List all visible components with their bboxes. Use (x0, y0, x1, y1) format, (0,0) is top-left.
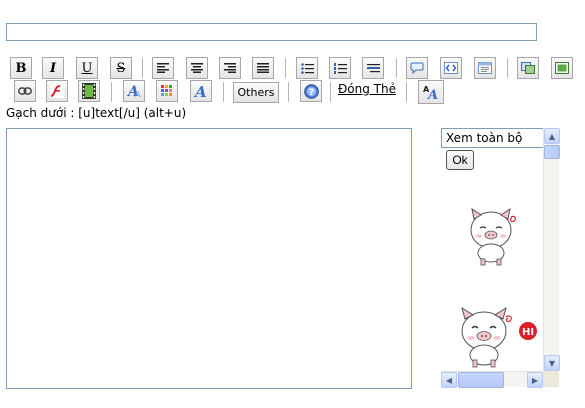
pig-smiley-icon[interactable] (466, 205, 522, 267)
scroll-left-arrow-icon[interactable]: ◀ (441, 372, 457, 388)
color-palette-button[interactable] (156, 80, 178, 102)
align-justify-button[interactable] (252, 57, 274, 79)
horizontal-scroll-thumb[interactable] (458, 372, 504, 388)
toolbar-separator (288, 82, 289, 102)
video-button[interactable] (78, 80, 100, 102)
link-button[interactable] (14, 80, 36, 102)
italic-icon: I (49, 60, 57, 76)
smiley-horizontal-scrollbar[interactable]: ◀ ▶ (441, 371, 543, 388)
scroll-down-arrow-icon[interactable]: ▼ (544, 355, 560, 371)
bullet-list-icon (300, 62, 314, 74)
bold-button[interactable]: B (10, 57, 32, 79)
align-right-icon (224, 63, 236, 73)
font-icon: A (193, 83, 207, 99)
toolbar-separator (111, 82, 112, 102)
strikethrough-button[interactable]: S (110, 57, 132, 79)
message-editor[interactable] (6, 128, 412, 389)
image-button[interactable] (517, 57, 539, 79)
svg-text:A: A (134, 90, 141, 99)
code-button[interactable] (440, 57, 462, 79)
html-icon (478, 62, 492, 74)
horizontal-rule-button[interactable] (362, 57, 384, 79)
italic-button[interactable]: I (42, 57, 64, 79)
toolbar-separator (223, 82, 224, 102)
align-center-icon (191, 63, 203, 73)
toolbar-separator (406, 82, 407, 102)
align-right-button[interactable] (219, 57, 241, 79)
horizontal-rule-icon (366, 63, 380, 72)
close-tags-link[interactable]: Đóng Thẻ (338, 82, 396, 96)
smiley-vertical-scrollbar[interactable]: ▲ ▼ (543, 128, 560, 371)
video-icon (82, 83, 96, 99)
toolbar-separator (330, 82, 331, 102)
code-icon (444, 62, 458, 74)
svg-text:?: ? (308, 88, 313, 98)
font-button[interactable]: A (190, 80, 212, 102)
align-left-button[interactable] (152, 57, 174, 79)
link-icon (18, 87, 32, 95)
scroll-right-arrow-icon[interactable]: ▶ (527, 372, 543, 388)
font-style-button[interactable]: AA (123, 80, 145, 102)
align-left-icon (157, 63, 169, 73)
svg-text:A: A (426, 88, 438, 101)
help-icon: ? (303, 83, 319, 99)
scrollbar-corner (543, 371, 559, 387)
numbered-list-button[interactable] (329, 57, 351, 79)
quote-button[interactable] (406, 57, 428, 79)
quote-icon (410, 62, 424, 74)
numbered-list-icon (333, 62, 347, 74)
subject-input[interactable] (6, 23, 537, 41)
underline-icon: U (81, 60, 93, 76)
color-palette-icon (161, 85, 172, 96)
help-button[interactable]: ? (300, 80, 322, 102)
picture-button[interactable] (551, 57, 573, 79)
toolbar-separator (285, 58, 286, 78)
font-size-icon: AA (423, 85, 438, 101)
formatting-hint: Gạch dưới : [u]text[/u] (alt+u) (6, 106, 187, 120)
toolbar-separator (142, 58, 143, 78)
image-icon (521, 62, 535, 74)
hi-badge-text: HI (522, 327, 534, 338)
vertical-scroll-thumb[interactable] (544, 145, 560, 159)
toolbar-separator (396, 58, 397, 78)
picture-icon (555, 62, 569, 74)
flash-button[interactable] (46, 80, 68, 102)
bullet-list-button[interactable] (296, 57, 318, 79)
html-button[interactable] (474, 57, 496, 79)
strikethrough-icon: S (116, 60, 126, 76)
view-all-select[interactable]: Xem toàn bộ (441, 128, 544, 148)
align-center-button[interactable] (186, 57, 208, 79)
toolbar-separator (507, 58, 508, 78)
pig-hi-smiley-icon[interactable]: HI (456, 305, 540, 369)
scroll-up-arrow-icon[interactable]: ▲ (544, 128, 560, 144)
font-size-button[interactable]: AA (418, 80, 444, 104)
ok-button[interactable]: Ok (446, 150, 474, 170)
align-justify-icon (257, 63, 269, 73)
font-style-icon: AA (126, 84, 141, 99)
bold-icon: B (15, 60, 27, 76)
underline-button[interactable]: U (76, 57, 98, 79)
flash-icon (50, 84, 64, 98)
others-button[interactable]: Others (233, 82, 279, 103)
svg-text:A: A (193, 83, 207, 99)
